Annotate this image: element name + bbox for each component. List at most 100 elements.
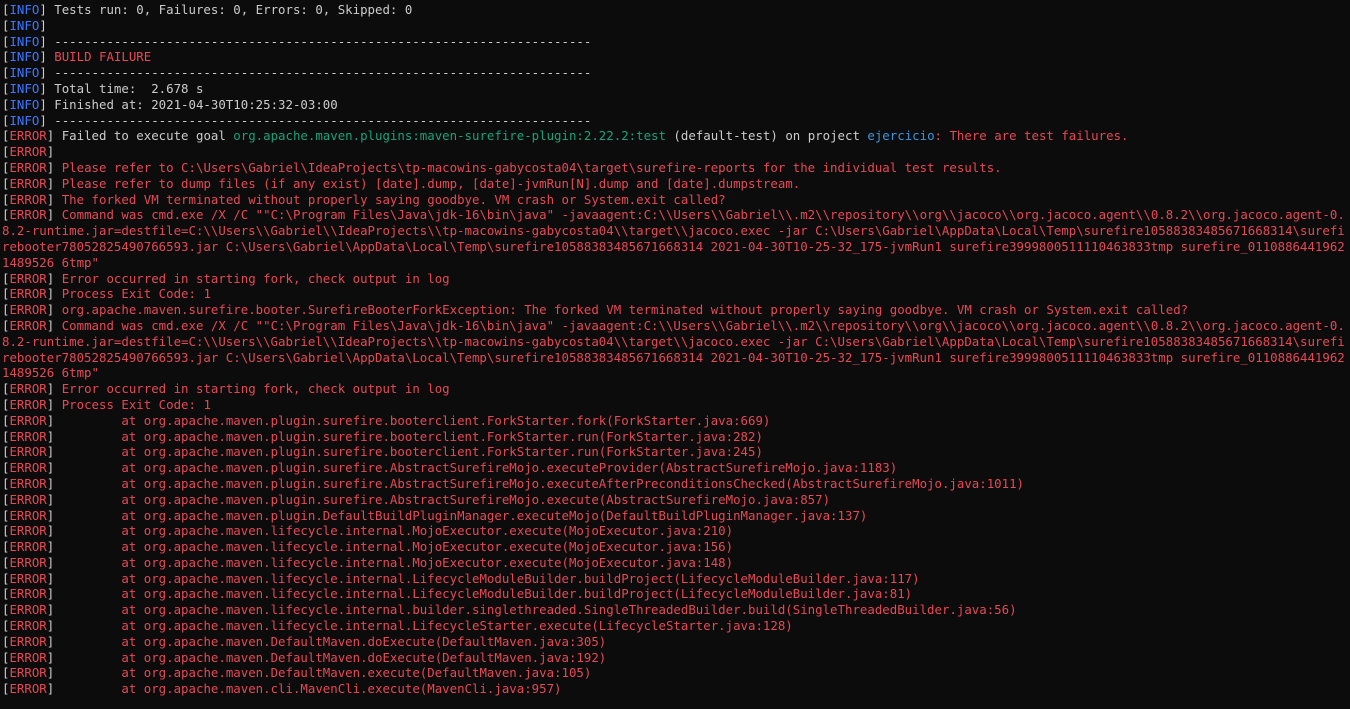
log-line: [ERROR] at org.apache.maven.plugin.suref… bbox=[2, 492, 1346, 508]
log-line: [ERROR] at org.apache.maven.plugin.suref… bbox=[2, 444, 1346, 460]
log-message: at org.apache.maven.lifecycle.internal.M… bbox=[61, 523, 734, 539]
log-message: Error occurred in starting fork, check o… bbox=[61, 270, 450, 286]
log-level: ERROR bbox=[9, 412, 47, 428]
log-message: ----------------------------------------… bbox=[54, 33, 592, 49]
log-level: INFO bbox=[9, 96, 40, 112]
log-bracket-close: ] bbox=[46, 554, 62, 570]
log-message: Error occurred in starting fork, check o… bbox=[61, 381, 450, 397]
log-segment: : There are test failures. bbox=[934, 128, 1129, 144]
log-message: Tests run: 0, Failures: 0, Errors: 0, Sk… bbox=[54, 2, 413, 17]
log-level: ERROR bbox=[9, 191, 47, 207]
log-message: at org.apache.maven.lifecycle.internal.L… bbox=[61, 618, 793, 634]
log-message: at org.apache.maven.plugin.surefire.boot… bbox=[61, 412, 771, 428]
log-bracket-close: ] bbox=[46, 475, 62, 491]
log-bracket-close: ] bbox=[46, 428, 62, 444]
log-message: Please refer to dump files (if any exist… bbox=[61, 175, 801, 191]
log-line: [ERROR] Please refer to C:\Users\Gabriel… bbox=[2, 160, 1346, 176]
log-bracket-close: ] bbox=[46, 618, 62, 634]
log-message: at org.apache.maven.lifecycle.internal.L… bbox=[61, 570, 920, 586]
log-line: [ERROR] The forked VM terminated without… bbox=[2, 192, 1346, 208]
log-bracket-close: ] bbox=[46, 396, 62, 412]
log-message: at org.apache.maven.DefaultMaven.execute… bbox=[61, 665, 592, 681]
log-message: BUILD FAILURE bbox=[54, 49, 152, 65]
log-level: ERROR bbox=[9, 539, 47, 555]
log-message: at org.apache.maven.lifecycle.internal.L… bbox=[61, 586, 913, 602]
log-line: [ERROR] at org.apache.maven.lifecycle.in… bbox=[2, 618, 1346, 634]
log-line: [ERROR] Please refer to dump files (if a… bbox=[2, 176, 1346, 192]
log-bracket-close: ] bbox=[46, 317, 62, 333]
log-bracket-close: ] bbox=[46, 302, 62, 318]
log-level: INFO bbox=[9, 33, 40, 49]
log-line: [ERROR] at org.apache.maven.DefaultMaven… bbox=[2, 634, 1346, 650]
terminal-output[interactable]: [INFO] Tests run: 0, Failures: 0, Errors… bbox=[0, 0, 1346, 709]
log-message: ----------------------------------------… bbox=[54, 65, 592, 81]
log-line: [INFO] ---------------------------------… bbox=[2, 34, 1346, 50]
log-line: [ERROR] Failed to execute goal org.apach… bbox=[2, 128, 1346, 144]
log-bracket-close: ] bbox=[46, 491, 62, 507]
log-message: at org.apache.maven.plugin.surefire.Abst… bbox=[61, 491, 831, 507]
log-bracket-close: ] bbox=[46, 460, 62, 476]
log-bracket-close: ] bbox=[46, 681, 62, 697]
log-bracket-close: ] bbox=[39, 80, 55, 96]
log-level: ERROR bbox=[9, 460, 47, 476]
log-bracket-close: ] bbox=[46, 444, 62, 460]
log-message: at org.apache.maven.DefaultMaven.doExecu… bbox=[61, 633, 607, 649]
log-line: [ERROR] at org.apache.maven.lifecycle.in… bbox=[2, 539, 1346, 555]
log-message: Command was cmd.exe /X /C ""C:\Program F… bbox=[2, 317, 1345, 381]
log-message: at org.apache.maven.lifecycle.internal.M… bbox=[61, 554, 734, 570]
log-bracket-close: ] bbox=[39, 49, 55, 65]
log-level: ERROR bbox=[9, 681, 47, 697]
log-level: ERROR bbox=[9, 381, 47, 397]
log-message: at org.apache.maven.lifecycle.internal.M… bbox=[61, 539, 734, 555]
log-line: [ERROR] Command was cmd.exe /X /C ""C:\P… bbox=[2, 207, 1346, 270]
log-message: The forked VM terminated without properl… bbox=[61, 191, 726, 207]
log-bracket-close: ] bbox=[46, 286, 62, 302]
log-level: ERROR bbox=[9, 586, 47, 602]
log-line: [ERROR] Process Exit Code: 1 bbox=[2, 397, 1346, 413]
log-level: ERROR bbox=[9, 554, 47, 570]
log-level: ERROR bbox=[9, 286, 47, 302]
log-level: ERROR bbox=[9, 665, 47, 681]
log-segment: ejercicio bbox=[867, 128, 935, 144]
log-segment: on project bbox=[777, 128, 868, 144]
log-message: at org.apache.maven.plugin.surefire.boot… bbox=[61, 428, 763, 444]
log-message: at org.apache.maven.DefaultMaven.doExecu… bbox=[61, 649, 607, 665]
log-message: Process Exit Code: 1 bbox=[61, 396, 211, 412]
log-level: ERROR bbox=[9, 302, 47, 318]
log-message: Command was cmd.exe /X /C ""C:\Program F… bbox=[2, 207, 1345, 270]
log-line: [ERROR] at org.apache.maven.lifecycle.in… bbox=[2, 602, 1346, 618]
log-line: [ERROR] at org.apache.maven.plugin.suref… bbox=[2, 413, 1346, 429]
log-bracket-close: ] bbox=[46, 523, 62, 539]
log-line: [INFO] Tests run: 0, Failures: 0, Errors… bbox=[2, 2, 1346, 18]
log-level: ERROR bbox=[9, 396, 47, 412]
log-level: ERROR bbox=[9, 428, 47, 444]
log-level: ERROR bbox=[9, 444, 47, 460]
log-bracket-close: ] bbox=[39, 2, 55, 17]
log-message: at org.apache.maven.lifecycle.internal.b… bbox=[61, 602, 1017, 618]
log-line: [INFO] Total time: 2.678 s bbox=[2, 81, 1346, 97]
log-bracket-close: ] bbox=[46, 175, 62, 191]
log-bracket-close: ] bbox=[39, 17, 55, 33]
log-line: [ERROR] Error occurred in starting fork,… bbox=[2, 271, 1346, 287]
log-message: at org.apache.maven.plugin.surefire.Abst… bbox=[61, 460, 898, 476]
log-level: ERROR bbox=[9, 144, 47, 160]
log-line: [ERROR] at org.apache.maven.plugin.Defau… bbox=[2, 508, 1346, 524]
log-level: ERROR bbox=[9, 270, 47, 286]
log-line: [ERROR] Error occurred in starting fork,… bbox=[2, 381, 1346, 397]
log-level: INFO bbox=[9, 112, 40, 128]
log-level: ERROR bbox=[9, 649, 47, 665]
log-message: Process Exit Code: 1 bbox=[61, 286, 211, 302]
log-message: at org.apache.maven.plugin.DefaultBuildP… bbox=[61, 507, 868, 523]
log-level: INFO bbox=[9, 80, 40, 96]
log-bracket-close: ] bbox=[46, 665, 62, 681]
log-level: ERROR bbox=[9, 128, 47, 144]
log-level: ERROR bbox=[9, 491, 47, 507]
log-level: INFO bbox=[9, 2, 40, 17]
log-bracket-close: ] bbox=[39, 96, 55, 112]
log-level: INFO bbox=[9, 49, 40, 65]
log-line: [ERROR] Process Exit Code: 1 bbox=[2, 286, 1346, 302]
log-line: [ERROR] at org.apache.maven.lifecycle.in… bbox=[2, 571, 1346, 587]
log-line: [ERROR] at org.apache.maven.cli.MavenCli… bbox=[2, 681, 1346, 697]
log-line: [INFO] Finished at: 2021-04-30T10:25:32-… bbox=[2, 97, 1346, 113]
log-level: ERROR bbox=[9, 317, 47, 333]
